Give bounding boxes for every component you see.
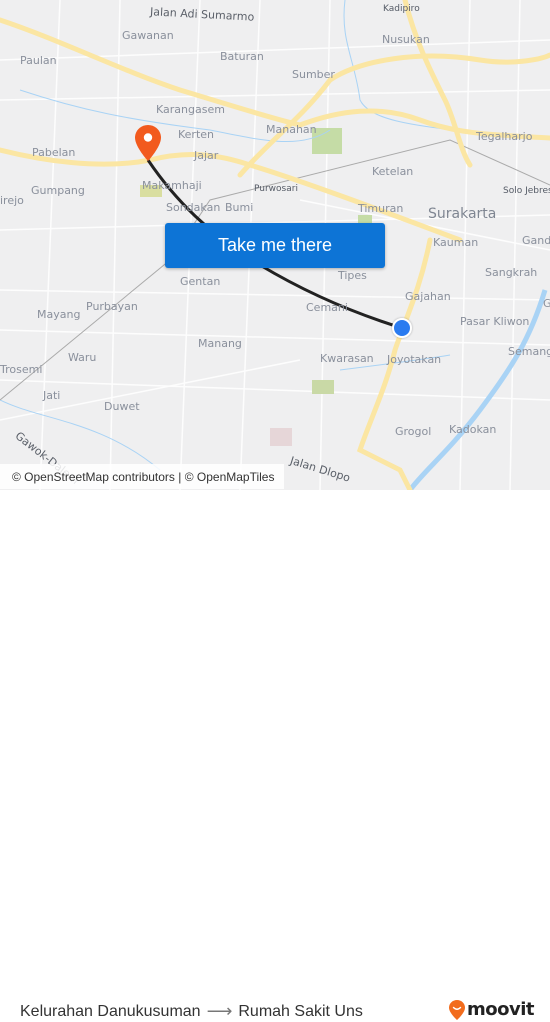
- place-label: Purwosari: [254, 184, 298, 194]
- origin-pin-icon[interactable]: [135, 125, 161, 161]
- place-label: Gumpang: [31, 184, 85, 197]
- place-label: Paulan: [20, 54, 57, 67]
- destination-name: Rumah Sakit Uns: [238, 1002, 363, 1020]
- place-label: Kauman: [433, 236, 479, 249]
- place-label: Kadipiro: [383, 4, 420, 14]
- place-label: Waru: [68, 351, 97, 364]
- hospital-area: [270, 428, 292, 446]
- place-label: Nusukan: [382, 33, 430, 46]
- arrow-right-icon: ⟶: [206, 1001, 233, 1021]
- place-label: Sumber: [292, 68, 335, 81]
- place-label: Pasar Kliwon: [460, 315, 530, 328]
- moovit-pin-icon: [449, 999, 465, 1020]
- place-label: Manahan: [266, 123, 317, 136]
- place-label: Timuran: [358, 202, 404, 215]
- place-label: Baturan: [220, 50, 264, 63]
- place-label: Duwet: [104, 400, 140, 413]
- park: [312, 380, 334, 394]
- place-label: Tegalharjo: [476, 130, 533, 143]
- map-attribution: © OpenStreetMap contributors | © OpenMap…: [0, 464, 285, 489]
- place-label: Karangasem: [156, 103, 225, 116]
- place-label: Jajar: [194, 149, 219, 162]
- place-label: Kerten: [178, 128, 215, 141]
- brand-name: moovit: [467, 999, 535, 1020]
- route-summary: Kelurahan Danukusuman ⟶ Rumah Sakit Uns: [20, 1001, 363, 1022]
- place-label: Ketelan: [372, 165, 414, 178]
- place-label: Cemani: [306, 301, 348, 314]
- place-label: Surakarta: [428, 206, 497, 222]
- place-label: Kwarasan: [320, 352, 374, 365]
- origin-name: Kelurahan Danukusuman: [20, 1002, 201, 1020]
- place-label: Gawanan: [122, 29, 174, 42]
- place-label: Kadokan: [449, 423, 497, 436]
- place-label: Solo Jebres: [503, 186, 550, 196]
- place-label: G: [543, 297, 550, 310]
- place-label: Sangkrah: [485, 266, 538, 279]
- place-label: Grogol: [395, 425, 432, 438]
- place-label: Trosemi: [0, 363, 43, 376]
- footer: Kelurahan Danukusuman ⟶ Rumah Sakit Uns …: [0, 490, 550, 1021]
- place-label: Pabelan: [32, 146, 76, 159]
- place-label: Gentan: [180, 275, 221, 288]
- place-label: Gajahan: [405, 290, 451, 303]
- place-label: Manang: [198, 337, 242, 350]
- place-label: Semang: [508, 345, 550, 358]
- place-label: Purbayan: [86, 300, 138, 313]
- place-label: irejo: [0, 194, 24, 207]
- destination-marker[interactable]: [392, 318, 412, 338]
- place-label: Mayang: [37, 308, 81, 321]
- place-label: Tipes: [338, 269, 367, 282]
- place-label: Bumi: [225, 201, 254, 214]
- map[interactable]: Jalan Adi Sumarmo Kadipiro Gawanan Nusuk…: [0, 0, 550, 490]
- place-label: Jati: [43, 389, 61, 402]
- place-label: Makamhaji: [142, 179, 202, 192]
- place-label: Joyotakan: [387, 353, 442, 366]
- place-label: Sondakan: [166, 201, 221, 214]
- take-me-there-button[interactable]: Take me there: [165, 223, 385, 268]
- moovit-logo[interactable]: moovit: [449, 999, 535, 1020]
- place-label: Gand: [522, 234, 550, 247]
